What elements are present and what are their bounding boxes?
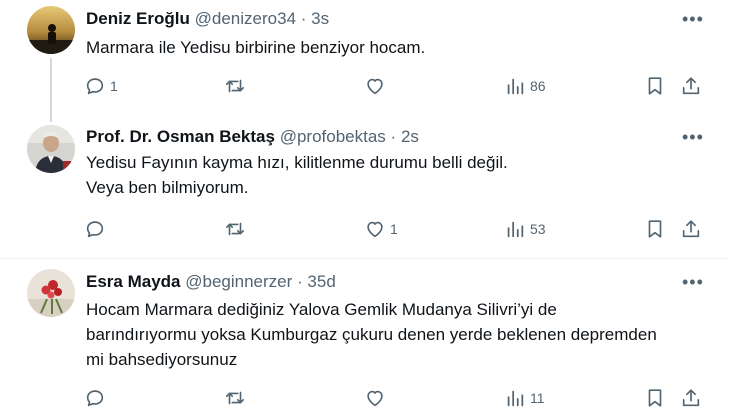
retweet-icon: [225, 79, 245, 93]
timestamp[interactable]: 3s: [311, 9, 329, 28]
like-icon: [367, 78, 383, 95]
bookmark-button[interactable]: [644, 386, 666, 410]
tweet-actions: 1 86: [84, 74, 704, 98]
like-count: 1: [390, 221, 398, 237]
views-icon: [507, 221, 524, 238]
author-handle[interactable]: @beginnerzer: [185, 272, 292, 291]
reply-icon: [86, 78, 104, 95]
views-button[interactable]: 86: [504, 74, 546, 98]
tweet-2[interactable]: Prof. Dr. Osman Bektaş @profobektas · 2s…: [0, 120, 730, 258]
tweet-text-line: Hocam Marmara dediğiniz Yalova Gemlik Mu…: [86, 300, 557, 319]
view-count: 86: [530, 78, 546, 94]
bookmark-button[interactable]: [644, 74, 666, 98]
author-name[interactable]: Esra Mayda: [86, 272, 181, 291]
bookmark-icon: [648, 77, 662, 95]
more-options-icon[interactable]: •••: [682, 273, 704, 291]
separator-dot: ·: [390, 127, 397, 146]
retweet-button[interactable]: [224, 217, 250, 241]
bookmark-button[interactable]: [644, 217, 666, 241]
thread-connector-line: [50, 58, 52, 122]
reply-button[interactable]: [84, 217, 110, 241]
retweet-icon: [225, 391, 245, 405]
share-icon: [682, 77, 700, 95]
tweet-text-line: mi bahsediyorsunuz: [86, 350, 238, 369]
author-handle[interactable]: @denizero34: [195, 9, 296, 28]
avatar-osman-bektas[interactable]: [27, 125, 75, 173]
retweet-button[interactable]: [224, 74, 250, 98]
like-icon: [367, 390, 383, 407]
avatar-esra-mayda[interactable]: [27, 269, 75, 317]
share-icon: [682, 389, 700, 407]
tweet-3[interactable]: Esra Mayda @beginnerzer · 35d ••• Hocam …: [0, 259, 730, 420]
bookmark-icon: [648, 220, 662, 238]
more-options-icon[interactable]: •••: [682, 128, 704, 146]
timestamp[interactable]: 2s: [401, 127, 419, 146]
bookmark-icon: [648, 389, 662, 407]
retweet-icon: [225, 222, 245, 236]
like-button[interactable]: [364, 386, 390, 410]
views-icon: [507, 390, 524, 407]
avatar-deniz-eroglu[interactable]: [27, 6, 75, 54]
reply-button[interactable]: [84, 386, 110, 410]
timestamp[interactable]: 35d: [307, 272, 335, 291]
tweet-text-line: barındırıyormu yoksa Kumburgaz çukuru de…: [86, 325, 657, 344]
author-handle[interactable]: @profobektas: [280, 127, 386, 146]
reply-icon: [86, 221, 104, 238]
share-button[interactable]: [680, 74, 702, 98]
tweet-text: Yedisu Fayının kayma hızı, kilitlenme du…: [86, 150, 716, 200]
view-count: 53: [530, 221, 546, 237]
share-button[interactable]: [680, 217, 702, 241]
like-button[interactable]: [364, 74, 390, 98]
tweet-header: Esra Mayda @beginnerzer · 35d: [86, 271, 336, 293]
share-icon: [682, 220, 700, 238]
tweet-text-line: Veya ben bilmiyorum.: [86, 178, 249, 197]
reply-button[interactable]: 1: [84, 74, 118, 98]
view-count: 11: [530, 390, 545, 406]
views-icon: [507, 78, 524, 95]
author-name[interactable]: Prof. Dr. Osman Bektaş: [86, 127, 275, 146]
like-button[interactable]: 1: [364, 217, 398, 241]
tweet-text-line: Yedisu Fayının kayma hızı, kilitlenme du…: [86, 153, 508, 172]
views-button[interactable]: 53: [504, 217, 546, 241]
author-name[interactable]: Deniz Eroğlu: [86, 9, 190, 28]
share-button[interactable]: [680, 386, 702, 410]
tweet-actions: 11: [84, 386, 704, 410]
reply-count: 1: [110, 78, 118, 94]
views-button[interactable]: 11: [504, 386, 545, 410]
like-icon: [367, 221, 383, 238]
retweet-button[interactable]: [224, 386, 250, 410]
tweet-header: Deniz Eroğlu @denizero34 · 3s: [86, 8, 329, 30]
more-options-icon[interactable]: •••: [682, 10, 704, 28]
separator-dot: ·: [297, 272, 303, 291]
separator-dot: ·: [300, 9, 307, 28]
reply-icon: [86, 390, 104, 407]
tweet-text: Hocam Marmara dediğiniz Yalova Gemlik Mu…: [86, 297, 716, 372]
tweet-header: Prof. Dr. Osman Bektaş @profobektas · 2s: [86, 126, 419, 148]
tweet-text-line: Marmara ile Yedisu birbirine benziyor ho…: [86, 38, 426, 57]
tweet-1[interactable]: Deniz Eroğlu @denizero34 · 3s ••• Marmar…: [0, 0, 730, 122]
tweet-text: Marmara ile Yedisu birbirine benziyor ho…: [86, 35, 716, 60]
tweet-actions: 1 53: [84, 217, 704, 241]
